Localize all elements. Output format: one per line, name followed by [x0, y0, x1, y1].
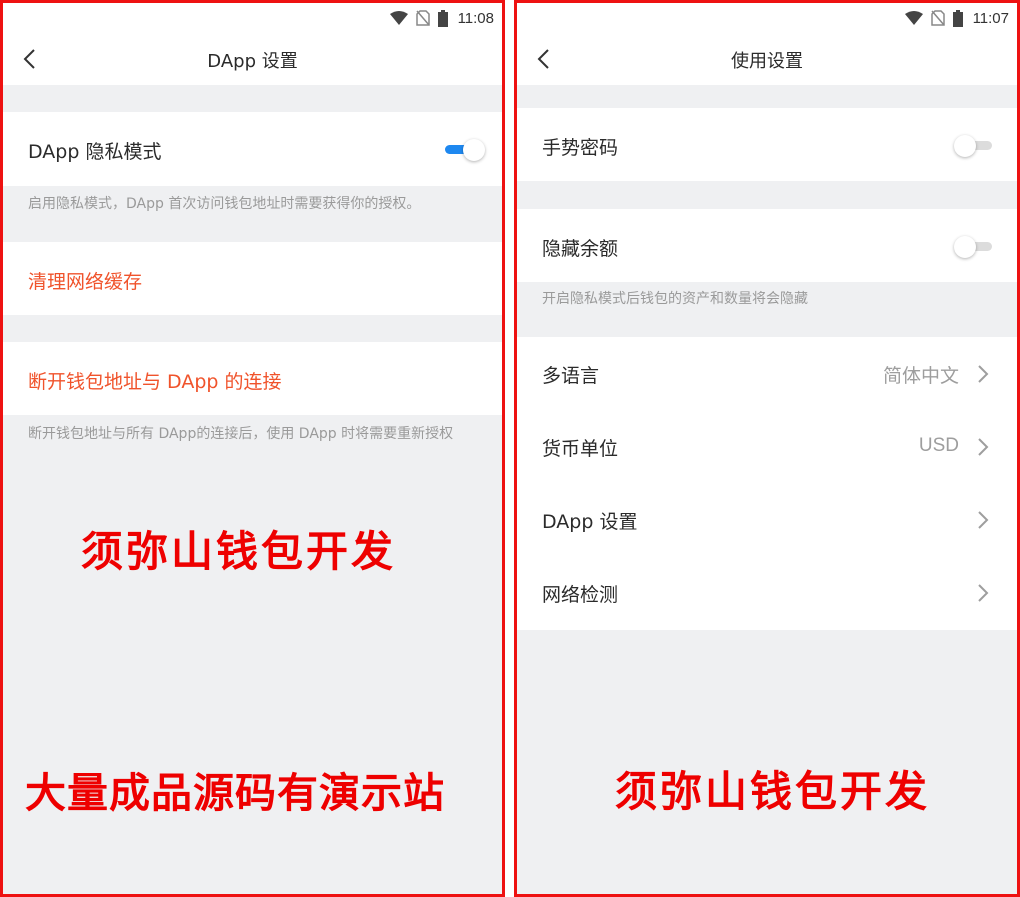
page-title: DApp 设置 [207, 51, 298, 72]
language-row[interactable]: 多语言 简体中文 [517, 337, 1017, 410]
hide-balance-note: 开启隐私模式后钱包的资产和数量将会隐藏 [542, 291, 808, 307]
status-bar: 11:07 [517, 3, 1017, 33]
dapp-settings-row[interactable]: DApp 设置 [517, 483, 1017, 556]
network-check-row[interactable]: 网络检测 [517, 556, 1017, 630]
watermark-text: 须弥山钱包开发 [81, 527, 397, 576]
currency-value: USD [918, 435, 959, 456]
chevron-right-icon [978, 584, 989, 602]
settings-list: 多语言 简体中文 货币单位 USD DApp 设置 网络检测 [517, 337, 1017, 630]
language-label: 多语言 [542, 365, 600, 387]
language-value: 简体中文 [882, 365, 959, 387]
nav-bar: 使用设置 [517, 33, 1017, 85]
gesture-password-row: 手势密码 [517, 108, 1017, 181]
clear-cache-row[interactable]: 清理网络缓存 [3, 242, 502, 315]
page-title: 使用设置 [731, 51, 803, 72]
watermark-text: 须弥山钱包开发 [615, 767, 931, 816]
privacy-mode-toggle[interactable] [443, 137, 485, 161]
watermark-text: 大量成品源码有演示站 [25, 769, 445, 817]
battery-icon [437, 9, 448, 27]
status-time: 11:07 [972, 9, 1009, 27]
hide-balance-label: 隐藏余额 [542, 238, 619, 260]
status-time: 11:08 [457, 9, 494, 27]
privacy-mode-label: DApp 隐私模式 [28, 141, 162, 163]
disconnect-row[interactable]: 断开钱包地址与 DApp 的连接 [3, 342, 502, 415]
disconnect-label: 断开钱包地址与 DApp 的连接 [28, 371, 282, 393]
no-sim-icon [415, 10, 430, 26]
currency-label: 货币单位 [542, 438, 619, 460]
chevron-right-icon [978, 365, 989, 383]
hide-balance-toggle[interactable] [954, 234, 996, 258]
gesture-password-label: 手势密码 [542, 137, 619, 159]
chevron-right-icon [978, 438, 989, 456]
chevron-right-icon [978, 511, 989, 529]
dapp-settings-label: DApp 设置 [542, 511, 638, 533]
wifi-icon [389, 11, 408, 25]
disconnect-note: 断开钱包地址与所有 DApp的连接后，使用 DApp 时将需要重新授权 [28, 426, 454, 442]
usage-settings-screen: 11:07 使用设置 手势密码 隐藏余额 开启隐私模式后钱包的资产和数量将会隐藏… [514, 0, 1020, 897]
privacy-mode-row: DApp 隐私模式 [3, 112, 502, 186]
gesture-password-toggle[interactable] [954, 133, 996, 157]
dapp-settings-screen: 11:08 DApp 设置 DApp 隐私模式 启用隐私模式，DApp 首次访问… [0, 0, 505, 897]
battery-icon [952, 9, 963, 27]
currency-row[interactable]: 货币单位 USD [517, 410, 1017, 483]
clear-cache-label: 清理网络缓存 [28, 271, 143, 293]
privacy-mode-note: 启用隐私模式，DApp 首次访问钱包地址时需要获得你的授权。 [28, 196, 421, 212]
status-bar: 11:08 [3, 3, 502, 33]
wifi-icon [904, 11, 923, 25]
no-sim-icon [930, 10, 945, 26]
nav-bar: DApp 设置 [3, 33, 502, 85]
hide-balance-row: 隐藏余额 [517, 209, 1017, 282]
network-check-label: 网络检测 [542, 584, 619, 606]
